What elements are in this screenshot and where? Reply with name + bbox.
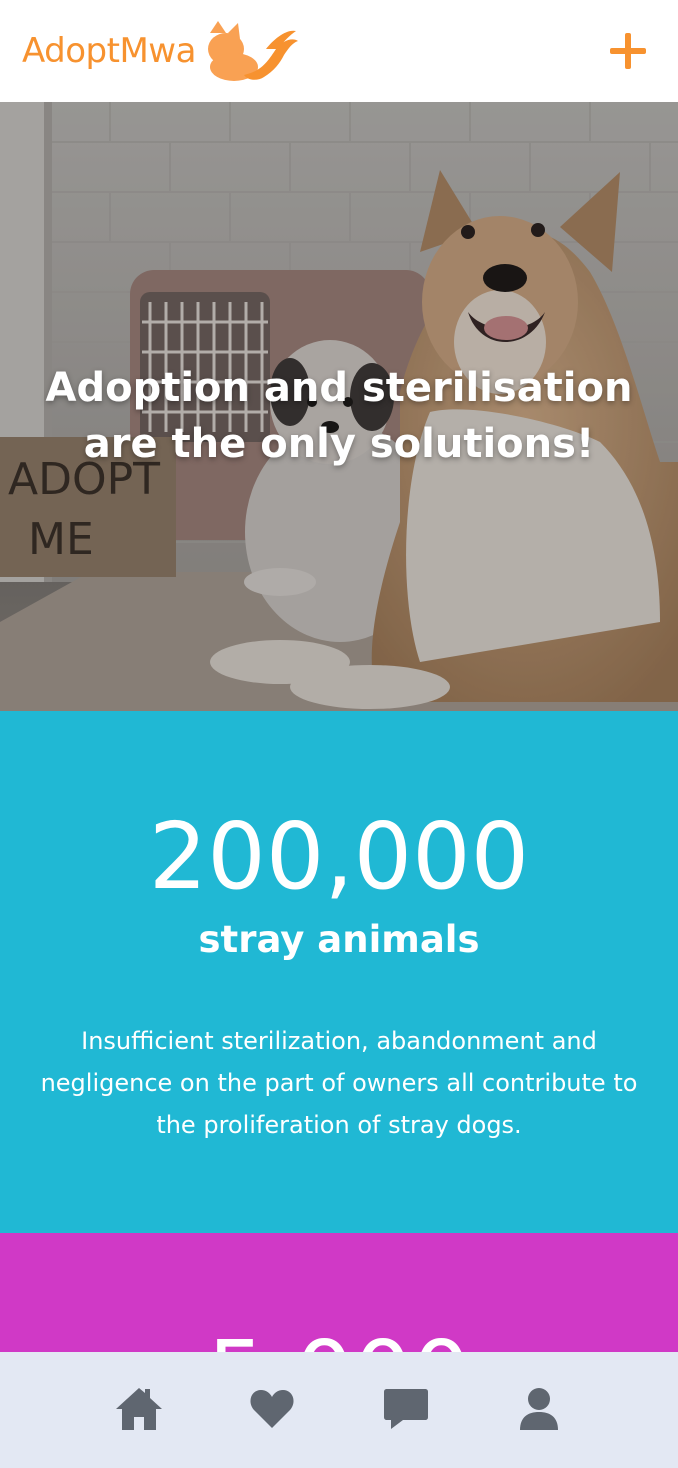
chat-icon <box>383 1389 428 1429</box>
app-header: AdoptMwa <box>0 0 678 102</box>
bottom-nav <box>0 1352 678 1468</box>
stat-section-stray-animals: 200,000 stray animals Insufficient steri… <box>0 711 678 1233</box>
nav-home[interactable] <box>107 1377 171 1441</box>
brand-name: AdoptMwa <box>22 31 196 71</box>
nav-profile[interactable] <box>507 1377 571 1441</box>
cat-hand-logo-icon <box>207 21 298 81</box>
plus-icon <box>610 33 646 69</box>
stat-number: 200,000 <box>148 803 530 910</box>
nav-favorites[interactable] <box>240 1377 304 1441</box>
stat-label: stray animals <box>198 918 480 961</box>
hero-banner: ADOPT ME Adoption and sterilisation are … <box>0 102 678 711</box>
heart-icon <box>250 1390 294 1428</box>
brand[interactable]: AdoptMwa <box>22 19 300 83</box>
nav-messages[interactable] <box>374 1377 438 1441</box>
user-icon <box>520 1388 559 1430</box>
add-button[interactable] <box>600 23 656 79</box>
stat-description: Insufficient sterilization, abandonment … <box>40 1027 638 1139</box>
hero-title: Adoption and sterilisation are the only … <box>45 365 633 467</box>
home-icon <box>115 1388 162 1430</box>
